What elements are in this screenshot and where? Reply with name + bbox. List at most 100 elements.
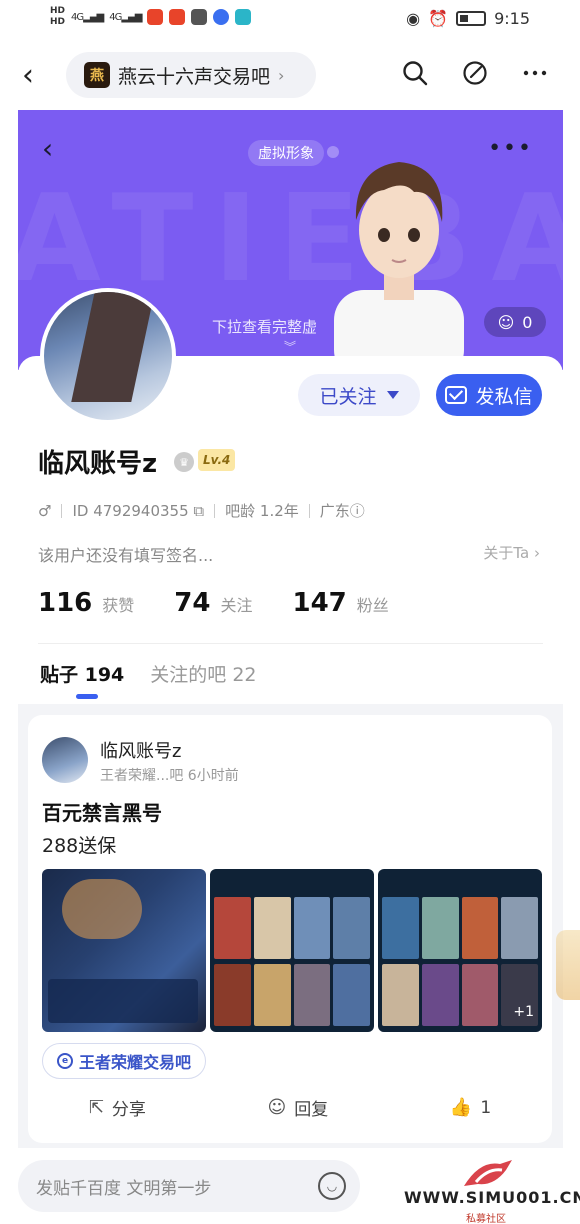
caret-down-icon: [386, 391, 399, 399]
post-image[interactable]: +1: [378, 869, 542, 1032]
avatar-image-building: [71, 292, 157, 402]
clock-time: 9:15: [494, 9, 530, 28]
weibo-icon-2: [169, 9, 186, 25]
stat-number: 116: [38, 588, 93, 618]
post-body: 288送保: [42, 835, 117, 857]
crown-icon[interactable]: ♛: [174, 452, 194, 472]
stat-label: 关注: [220, 596, 253, 615]
level-badge[interactable]: Lv.4: [198, 449, 236, 471]
forum-chip[interactable]: e 王者荣耀交易吧: [42, 1043, 207, 1079]
pull-down-hint: 下拉查看完整虚: [212, 318, 318, 336]
user-id[interactable]: ID 4792940355 ⧉: [72, 502, 204, 520]
avatar[interactable]: [40, 288, 176, 424]
tab-indicator: [76, 694, 98, 699]
stat-followers[interactable]: 147 粉丝: [293, 588, 389, 618]
region: 广东ⓘ: [320, 500, 365, 521]
emoji-icon[interactable]: ◡: [318, 1172, 346, 1200]
gender-icon: ♂: [38, 501, 52, 520]
follow-button[interactable]: 已关注: [298, 374, 420, 416]
stat-number: 74: [174, 588, 211, 618]
user-meta: ♂ ID 4792940355 ⧉ 吧龄 1.2年 广东ⓘ: [38, 500, 365, 521]
chevron-right-icon: ›: [278, 65, 285, 85]
app-icon: [213, 9, 230, 25]
divider: [214, 503, 216, 518]
image-panel: [48, 979, 198, 1023]
forum-chip-icon: e: [57, 1053, 73, 1069]
avatar-like-count: 0: [522, 312, 533, 332]
share-button[interactable]: ⇱ 分享: [89, 1095, 146, 1120]
username: 临风账号z: [38, 449, 158, 479]
stat-likes[interactable]: 116 获赞: [38, 588, 134, 618]
hero-card: [214, 897, 251, 959]
hero-card: [214, 964, 251, 1026]
net2-label: 4G: [109, 11, 122, 23]
more-images-count: +1: [513, 1004, 534, 1020]
hero-card: [461, 897, 499, 959]
post-author[interactable]: 临风账号z: [100, 737, 181, 763]
follow-label: 已关注: [319, 385, 377, 408]
status-bar: HD HD 4G▂▄▆ 4G▂▄▆ ◉ ⏰ 9:15: [0, 0, 580, 40]
hd1-label: HD: [50, 6, 66, 16]
avatar-like-button[interactable]: ☺ 0: [484, 307, 546, 337]
tab-posts[interactable]: 贴子 194: [40, 660, 124, 687]
post-title[interactable]: 百元禁言黑号: [42, 797, 162, 826]
floating-decoration: [556, 930, 580, 1000]
compose-input[interactable]: 发贴千百度 文明第一步 ◡: [18, 1160, 360, 1212]
calendar-icon: [191, 9, 208, 25]
message-label: 发私信: [475, 385, 533, 408]
reply-button[interactable]: ☺ 回复: [268, 1095, 329, 1120]
user-id-text: ID 4792940355: [72, 501, 189, 520]
compose-placeholder: 发贴千百度 文明第一步: [36, 1178, 212, 1199]
reply-label: 回复: [294, 1100, 329, 1120]
forum-name: 燕云十六声交易吧: [118, 65, 271, 88]
hero-card: [421, 897, 459, 959]
search-icon[interactable]: [400, 58, 430, 88]
copy-icon: ⧉: [193, 501, 205, 520]
hero-card: [333, 964, 370, 1026]
watermark-subtext: 私募社区: [466, 1214, 506, 1224]
post-meta: 王者荣耀...吧 6小时前: [100, 768, 239, 784]
post-author-avatar[interactable]: [42, 737, 88, 783]
message-button[interactable]: 发私信: [436, 374, 542, 416]
post-card[interactable]: 临风账号z 王者荣耀...吧 6小时前 百元禁言黑号 288送保 +1 e 王者…: [28, 715, 552, 1143]
edit-icon[interactable]: [460, 58, 490, 88]
image-glow: [62, 879, 142, 939]
help-icon[interactable]: ⓘ: [350, 502, 365, 520]
bottom-bar: 发贴千百度 文明第一步 ◡ WWW.SIMU001.CN 私募社区: [0, 1148, 580, 1224]
net1-label: 4G: [71, 11, 84, 23]
thumbs-up-icon: 👍: [449, 1097, 473, 1118]
hero-card: [382, 897, 419, 959]
post-image[interactable]: [42, 869, 206, 1032]
hero-card: [253, 897, 291, 959]
forum-logo-icon: 燕: [84, 62, 110, 88]
hero-card: [501, 897, 538, 959]
stat-label: 获赞: [102, 596, 135, 615]
post-image[interactable]: [210, 869, 374, 1032]
section-divider: [38, 643, 543, 644]
about-label: 关于Ta: [483, 544, 530, 562]
tab-followed-forums[interactable]: 关注的吧 22: [150, 660, 256, 687]
signal-icon-1: 4G▂▄▆: [71, 11, 104, 23]
stat-label: 粉丝: [356, 596, 389, 615]
watermark: WWW.SIMU001.CN 私募社区: [400, 1156, 580, 1224]
nav-actions: [400, 58, 550, 88]
forum-link[interactable]: 燕 燕云十六声交易吧 ›: [66, 52, 316, 98]
about-link[interactable]: 关于Ta ›: [483, 542, 540, 563]
virtual-avatar-tag[interactable]: 虚拟形象: [248, 140, 324, 166]
stat-following[interactable]: 74 关注: [174, 588, 252, 618]
profile-stats: 116 获赞 74 关注 147 粉丝: [38, 588, 389, 618]
region-text: 广东: [319, 502, 350, 520]
more-icon[interactable]: [520, 58, 550, 88]
virtual-avatar-figure[interactable]: [314, 140, 484, 370]
top-nav: ‹ 燕 燕云十六声交易吧 ›: [0, 46, 580, 104]
banner-more-icon[interactable]: •••: [488, 136, 533, 161]
hero-card: [293, 964, 331, 1026]
watermark-logo: [464, 1160, 512, 1186]
banner-back-icon[interactable]: ‹: [42, 132, 53, 165]
battery-icon: [456, 11, 487, 26]
forum-chip-label: 王者荣耀交易吧: [79, 1053, 192, 1072]
reader-icon: [235, 9, 252, 25]
share-label: 分享: [111, 1100, 146, 1120]
like-button[interactable]: 👍 1: [450, 1095, 491, 1120]
back-icon[interactable]: ‹: [22, 58, 34, 93]
